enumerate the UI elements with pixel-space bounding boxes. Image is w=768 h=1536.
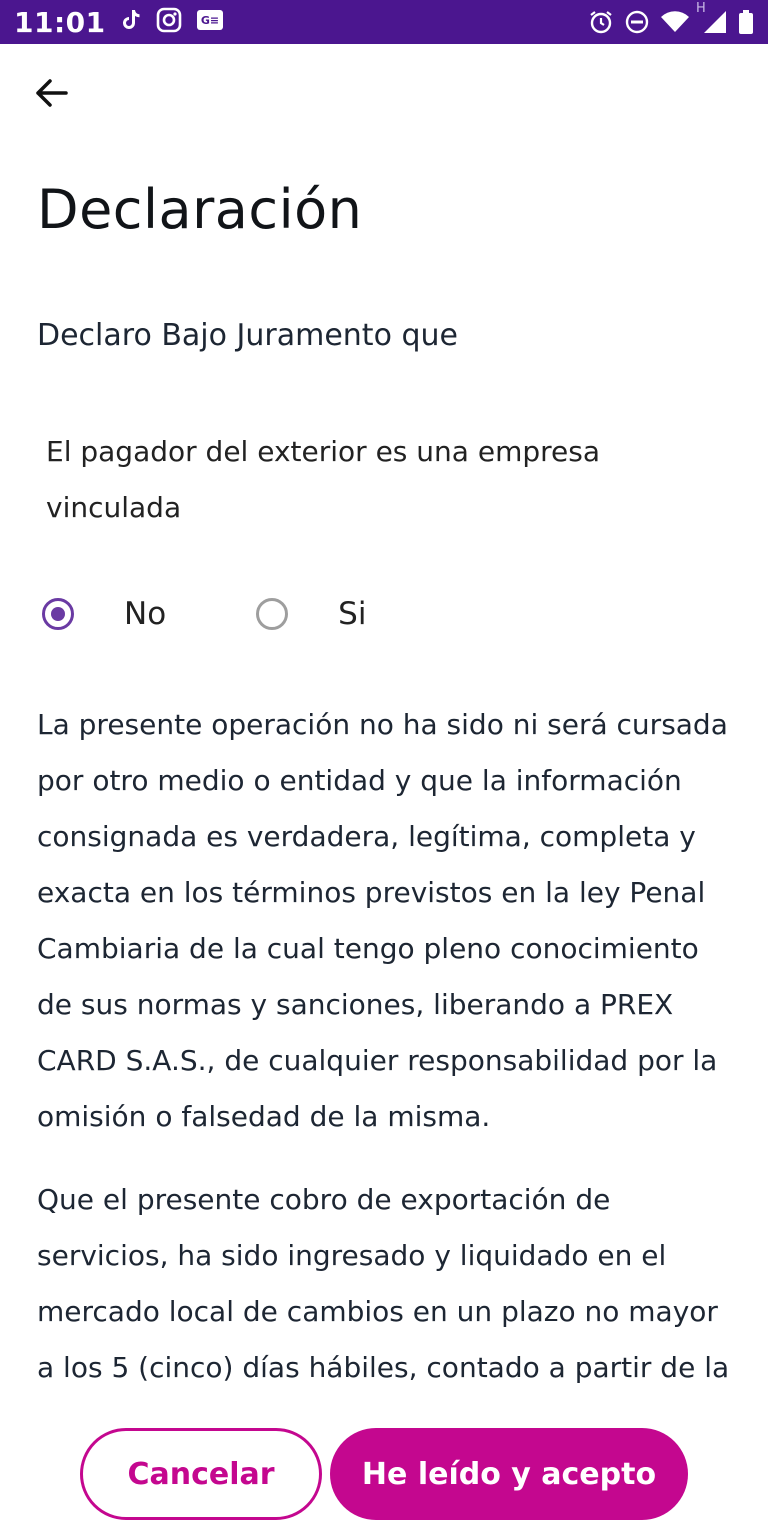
network-type-label: H (696, 1, 706, 16)
alarm-icon (588, 9, 614, 35)
declaration-subtitle: Declaro Bajo Juramento que (37, 318, 458, 353)
news-icon: G≡ (196, 9, 224, 35)
declaration-paragraph-1: La presente operación no ha sido ni será… (37, 708, 728, 1133)
wifi-icon (660, 10, 690, 34)
svg-text:G≡: G≡ (201, 14, 219, 27)
linked-company-question: El pagador del exterior es una empresa v… (46, 435, 600, 524)
radio-label-si: Si (338, 596, 367, 632)
radio-option-si[interactable]: Si (256, 596, 366, 632)
accept-button[interactable]: He leído y acepto (330, 1428, 688, 1520)
declaration-paragraph-2: Que el presente cobro de exportación de … (37, 1183, 730, 1384)
battery-icon (738, 9, 754, 35)
status-bar: 11:01 G≡ H (0, 0, 768, 44)
page-title: Declaración (37, 178, 363, 241)
back-button[interactable] (28, 72, 74, 118)
radio-label-no: No (124, 596, 167, 632)
arrow-left-icon (33, 78, 69, 112)
cancel-button[interactable]: Cancelar (80, 1428, 322, 1520)
status-time: 11:01 (14, 5, 106, 39)
radio-option-no[interactable]: No (42, 596, 166, 632)
linked-company-radio-group: No Si (42, 596, 366, 632)
tiktok-icon (120, 8, 142, 36)
signal-icon: H (696, 1, 728, 35)
radio-selected-icon[interactable] (42, 598, 74, 630)
radio-unselected-icon[interactable] (256, 598, 289, 630)
instagram-icon (156, 7, 182, 37)
do-not-disturb-icon (624, 9, 650, 35)
